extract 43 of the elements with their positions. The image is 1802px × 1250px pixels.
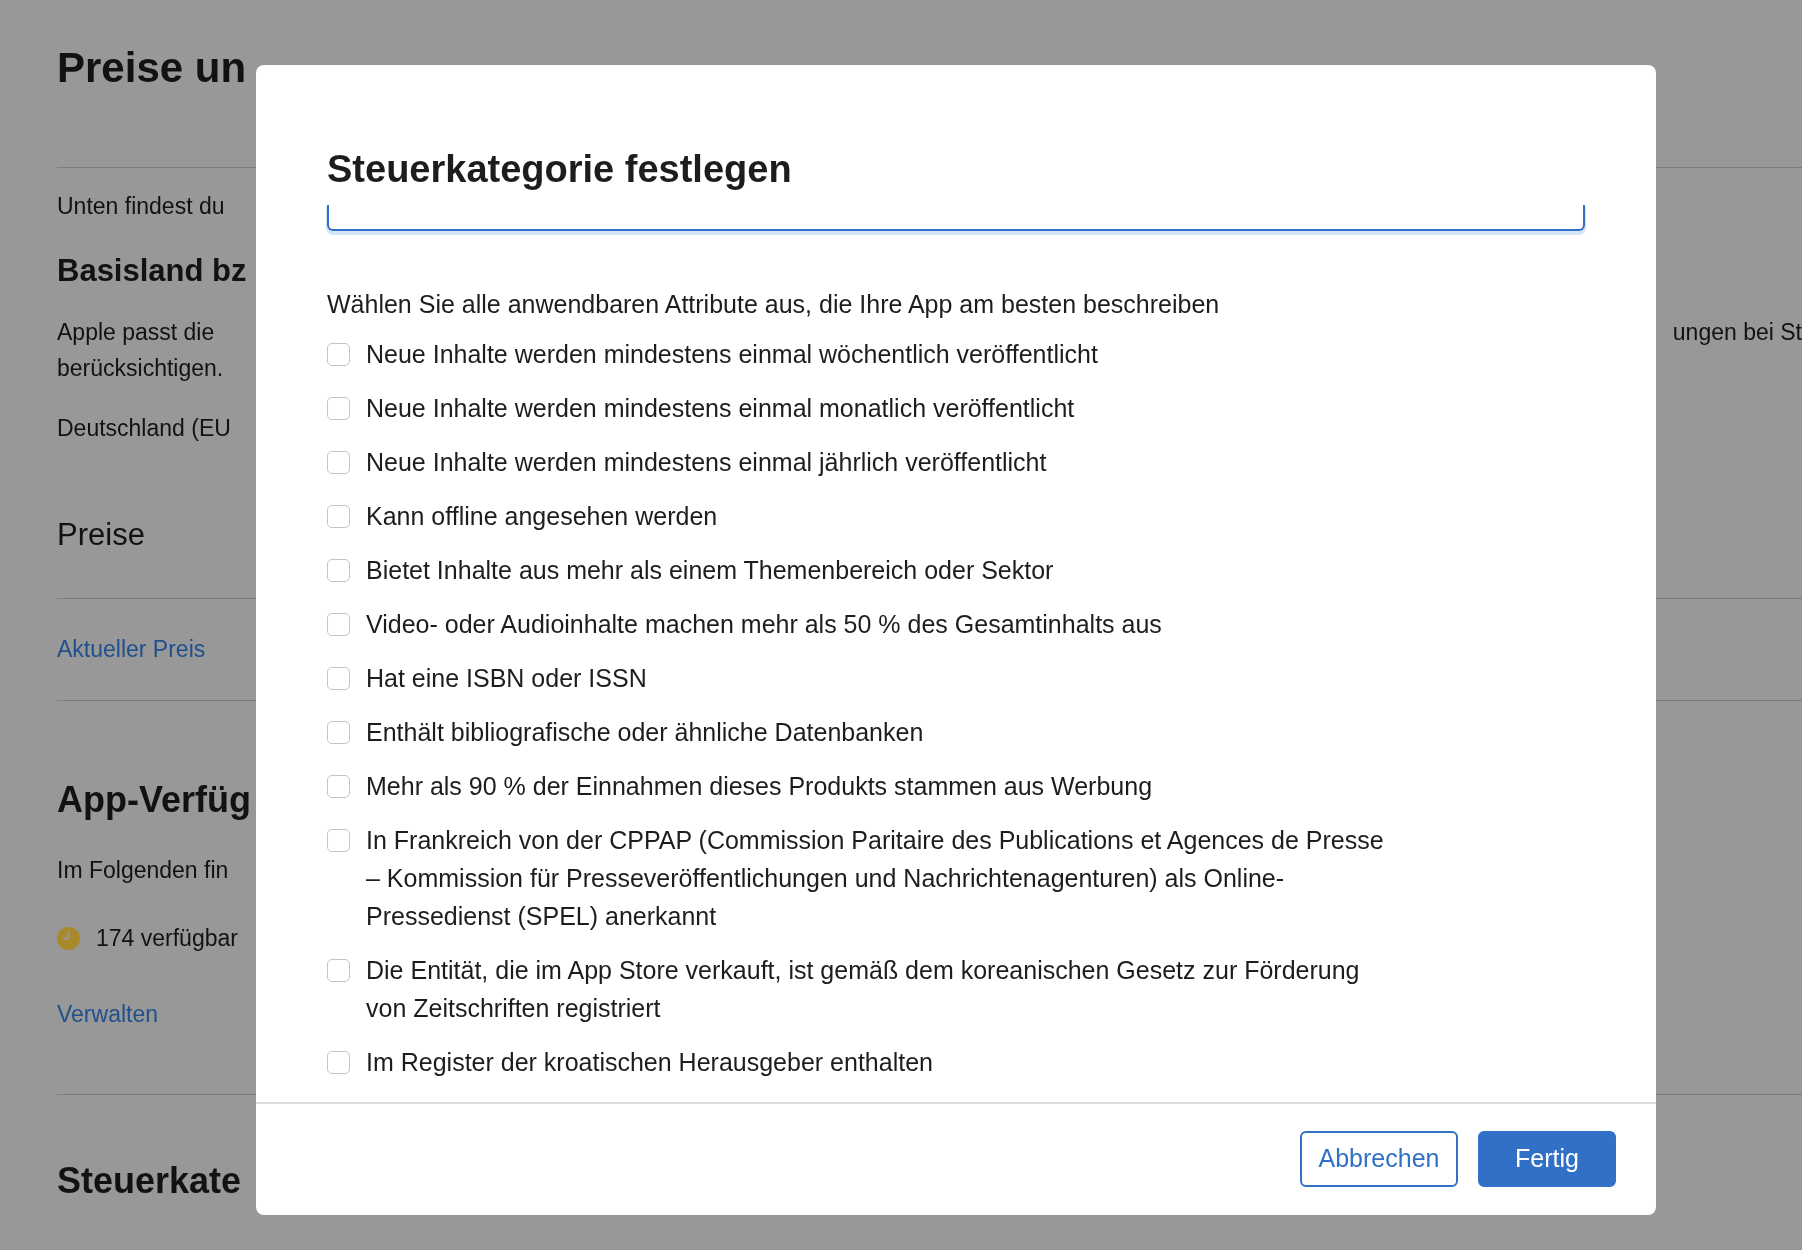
- section-heading: Preise: [57, 516, 145, 554]
- availability-status: 174 verfügbar: [96, 924, 238, 953]
- done-button[interactable]: Fertig: [1478, 1131, 1616, 1187]
- checkbox[interactable]: [327, 667, 350, 690]
- option-label: Neue Inhalte werden mindestens einmal wöchentlich veröffentlicht: [366, 339, 1098, 370]
- checkbox[interactable]: [327, 613, 350, 636]
- checkbox[interactable]: [327, 829, 350, 852]
- checkbox[interactable]: [327, 721, 350, 744]
- checkbox[interactable]: [327, 451, 350, 474]
- option-label: Kann offline angesehen werden: [366, 501, 718, 532]
- checkbox[interactable]: [327, 959, 350, 982]
- section-heading: Basisland bz: [57, 252, 247, 290]
- intro-text: Unten findest du: [57, 192, 225, 221]
- option-label: Im Register der kroatischen Herausgeber enthalten: [366, 1047, 933, 1078]
- option-label: In Frankreich von der CPPAP (Commission Paritaire des Publications et Agences de Presse – Kommission für Presseveröffentlichungen und Nachrichtenagenturen) als Online-Pressedienst (SPEL) anerkannt: [366, 825, 1385, 932]
- prompt-text: Wählen Sie alle anwendbaren Attribute aus, die Ihre App am besten beschreiben: [327, 289, 1220, 320]
- option-label: Bietet Inhalte aus mehr als einem Themenbereich oder Sektor: [366, 555, 1054, 586]
- checkbox[interactable]: [327, 775, 350, 798]
- option-label: Mehr als 90 % der Einnahmen dieses Produkts stammen aus Werbung: [366, 771, 1153, 802]
- clock-icon: [57, 926, 80, 950]
- option-label: Video- oder Audioinhalte machen mehr als 50 % des Gesamtinhalts aus: [366, 609, 1162, 640]
- dialog-title: Steuerkategorie festlegen: [327, 147, 792, 192]
- page-title: Preise un: [57, 43, 247, 93]
- option-label: Enthält bibliografische oder ähnliche Datenbanken: [366, 717, 924, 748]
- checkbox[interactable]: [327, 343, 350, 366]
- country-value: Deutschland (EU: [57, 414, 231, 443]
- checkbox[interactable]: [327, 397, 350, 420]
- option-label: Hat eine ISBN oder ISSN: [366, 663, 647, 694]
- checkbox[interactable]: [327, 505, 350, 528]
- option-label: Neue Inhalte werden mindestens einmal jährlich veröffentlicht: [366, 447, 1047, 478]
- option-label: Neue Inhalte werden mindestens einmal monatlich veröffentlicht: [366, 393, 1075, 424]
- section-heading: App-Verfüg: [57, 778, 251, 822]
- checkbox[interactable]: [327, 559, 350, 582]
- cancel-button[interactable]: Abbrechen: [1300, 1131, 1458, 1187]
- description-text: berücksichtigen.: [57, 354, 224, 383]
- description-text: Apple passt die: [57, 318, 215, 347]
- manage-link[interactable]: Verwalten: [57, 996, 158, 1032]
- description-text: ungen bei St: [1672, 318, 1802, 347]
- section-heading: Steuerkate: [57, 1159, 242, 1203]
- description-text: Im Folgenden fin: [57, 856, 229, 885]
- option-label: Die Entität, die im App Store verkauft, ist gemäß dem koreanischen Gesetz zur Förderung von Zeitschriften registriert: [366, 955, 1361, 1024]
- checkbox[interactable]: [327, 1051, 350, 1074]
- current-price-link[interactable]: Aktueller Preis: [57, 631, 206, 667]
